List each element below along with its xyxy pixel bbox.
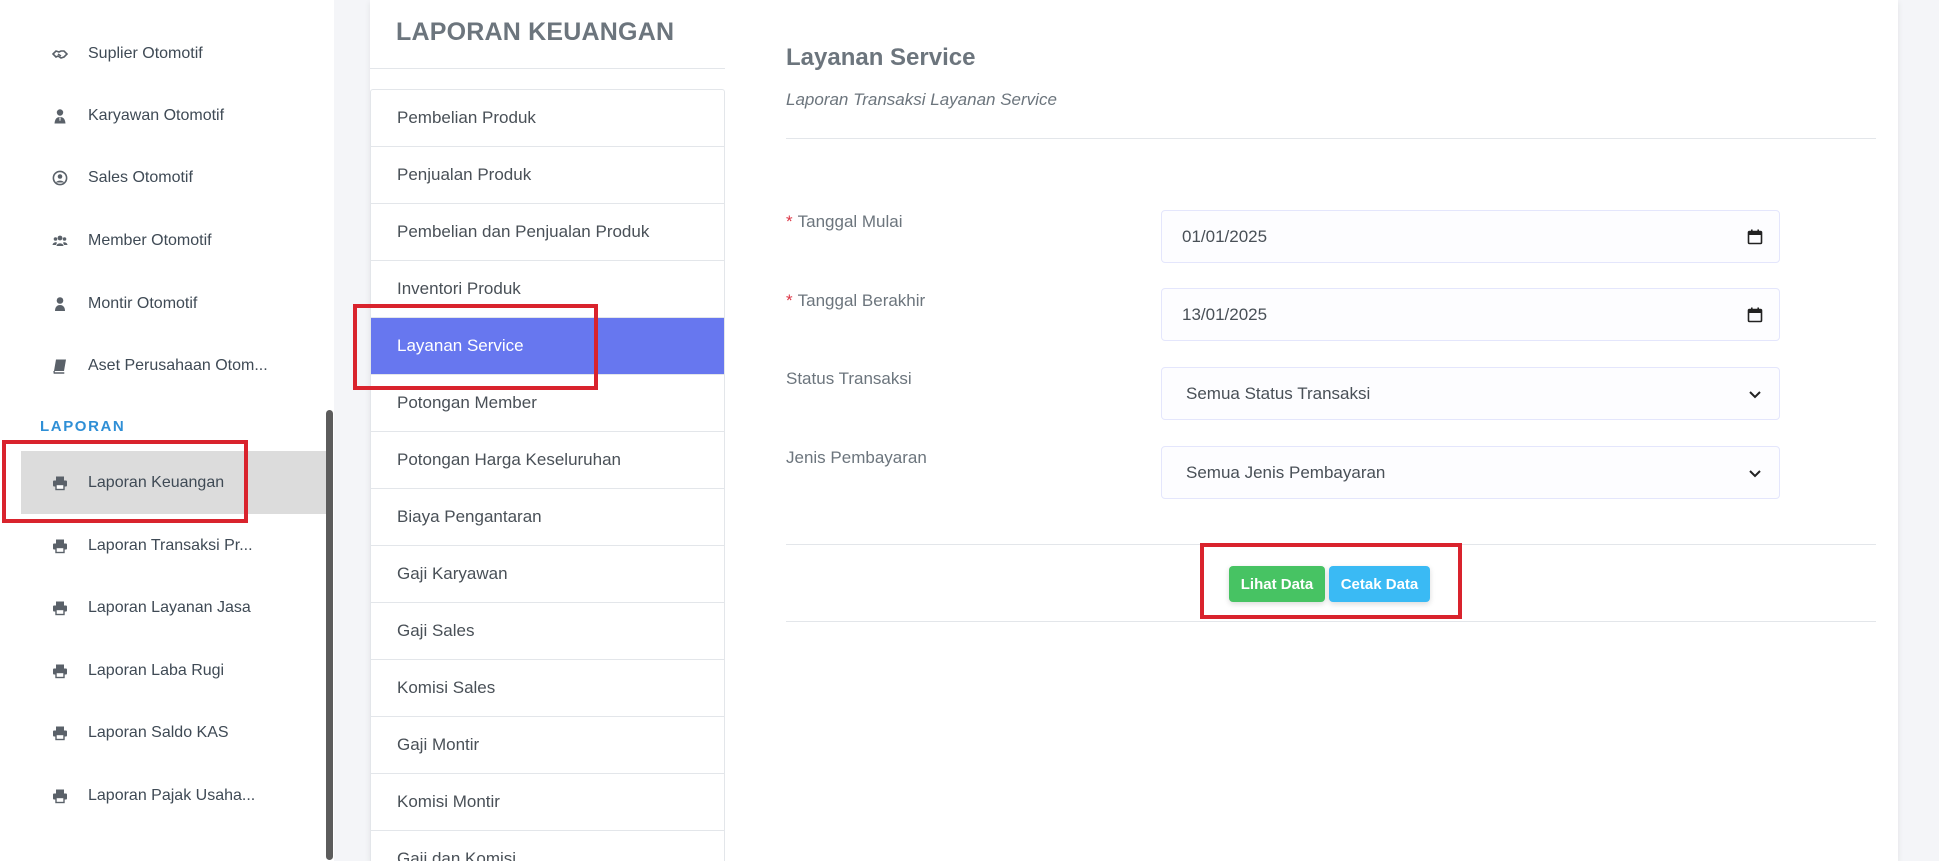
chevron-down-icon [1747,368,1763,419]
report-menu-title: LAPORAN KEUANGAN [396,18,675,46]
report-menu-item-pembelian-penjualan-produk[interactable]: Pembelian dan Penjualan Produk [371,204,724,261]
divider [786,621,1876,622]
print-icon [50,723,70,743]
sidebar-item-label: Laporan Pajak Usaha... [88,786,256,804]
report-menu-item-inventori-produk[interactable]: Inventori Produk [371,261,724,318]
sidebar-item-label: Laporan Layanan Jasa [88,598,251,616]
sidebar-item-label: Aset Perusahaan Otom... [88,356,268,374]
divider [786,138,1876,139]
sidebar: Suplier Otomotif Karyawan Otomotif Sales… [0,0,334,861]
sidebar-item-label: Laporan Keuangan [88,473,225,491]
start-date-label: * Tanggal Mulai [786,212,903,231]
report-menu: Pembelian Produk Penjualan Produk Pembel… [370,89,725,861]
sidebar-item-karyawan-otomotif[interactable]: Karyawan Otomotif [0,84,326,147]
lihat-data-button[interactable]: Lihat Data [1229,566,1325,602]
sidebar-item-label: Montir Otomotif [88,294,198,312]
sidebar-item-aset-perusahaan-otomotif[interactable]: Aset Perusahaan Otom... [0,334,326,397]
page-subtitle: Laporan Transaksi Layanan Service [786,90,1057,109]
sidebar-item-member-otomotif[interactable]: Member Otomotif [0,209,326,272]
sidebar-item-label: Member Otomotif [88,231,212,249]
report-menu-item-gaji-karyawan[interactable]: Gaji Karyawan [371,546,724,603]
report-menu-item-komisi-sales[interactable]: Komisi Sales [371,660,724,717]
required-marker: * [786,291,793,310]
print-icon [50,536,70,556]
sidebar-item-montir-otomotif[interactable]: Montir Otomotif [0,272,326,335]
divider [370,68,725,69]
user-circle-icon [50,168,70,188]
status-transaksi-select[interactable]: Semua Status Transaksi [1161,367,1780,420]
status-transaksi-value: Semua Status Transaksi [1186,383,1371,403]
sidebar-item-laporan-keuangan[interactable]: Laporan Keuangan [21,451,326,514]
divider [786,544,1876,545]
sidebar-item-laporan-saldo-kas[interactable]: Laporan Saldo KAS [0,701,326,764]
report-menu-item-gaji-montir[interactable]: Gaji Montir [371,717,724,774]
sidebar-item-label: Laporan Transaksi Pr... [88,536,253,554]
report-card: LAPORAN KEUANGAN Pembelian Produk Penjua… [370,0,1898,861]
start-date-value: 01/01/2025 [1182,226,1268,246]
end-date-input[interactable]: 13/01/2025 [1161,288,1780,341]
report-menu-item-biaya-pengantaran[interactable]: Biaya Pengantaran [371,489,724,546]
sidebar-item-label: Karyawan Otomotif [88,106,225,124]
report-menu-item-layanan-service[interactable]: Layanan Service [371,318,724,375]
jenis-pembayaran-select[interactable]: Semua Jenis Pembayaran [1161,446,1780,499]
sidebar-item-label: Suplier Otomotif [88,44,203,62]
sidebar-item-suplier-otomotif[interactable]: Suplier Otomotif [0,22,326,85]
report-menu-item-komisi-montir[interactable]: Komisi Montir [371,774,724,831]
jenis-pembayaran-label: Jenis Pembayaran [786,448,927,467]
sidebar-scrollbar[interactable] [326,410,333,860]
print-icon [50,473,70,493]
sidebar-item-laporan-laba-rugi[interactable]: Laporan Laba Rugi [0,639,326,702]
user-tie-icon [50,106,70,126]
report-menu-item-pembelian-produk[interactable]: Pembelian Produk [371,90,724,147]
calendar-icon[interactable] [1747,211,1763,262]
sidebar-item-label: Laporan Laba Rugi [88,661,225,679]
user-icon [50,294,70,314]
report-menu-item-potongan-member[interactable]: Potongan Member [371,375,724,432]
sidebar-section-laporan: LAPORAN [40,418,126,435]
cetak-data-button[interactable]: Cetak Data [1329,566,1430,602]
report-menu-item-gaji-komisi[interactable]: Gaji dan Komisi [371,831,724,861]
calendar-icon[interactable] [1747,289,1763,340]
users-icon [50,231,70,251]
sidebar-item-label: Laporan Saldo KAS [88,723,229,741]
sidebar-item-laporan-transaksi[interactable]: Laporan Transaksi Pr... [0,514,326,577]
required-marker: * [786,212,793,231]
sidebar-item-laporan-pajak-usaha[interactable]: Laporan Pajak Usaha... [0,764,326,827]
handshake-icon [50,44,70,64]
report-menu-item-penjualan-produk[interactable]: Penjualan Produk [371,147,724,204]
print-icon [50,786,70,806]
report-menu-item-potongan-harga[interactable]: Potongan Harga Keseluruhan [371,432,724,489]
report-menu-item-gaji-sales[interactable]: Gaji Sales [371,603,724,660]
end-date-value: 13/01/2025 [1182,304,1268,324]
jenis-pembayaran-value: Semua Jenis Pembayaran [1186,462,1386,482]
sidebar-item-sales-otomotif[interactable]: Sales Otomotif [0,146,326,209]
end-date-label: * Tanggal Berakhir [786,291,926,310]
start-date-input[interactable]: 01/01/2025 [1161,210,1780,263]
status-transaksi-label: Status Transaksi [786,369,912,388]
chevron-down-icon [1747,447,1763,498]
page-title: Layanan Service [786,44,976,71]
book-icon [50,356,70,376]
sidebar-item-label: Sales Otomotif [88,168,193,186]
print-icon [50,598,70,618]
sidebar-item-laporan-layanan-jasa[interactable]: Laporan Layanan Jasa [0,576,326,639]
print-icon [50,661,70,681]
